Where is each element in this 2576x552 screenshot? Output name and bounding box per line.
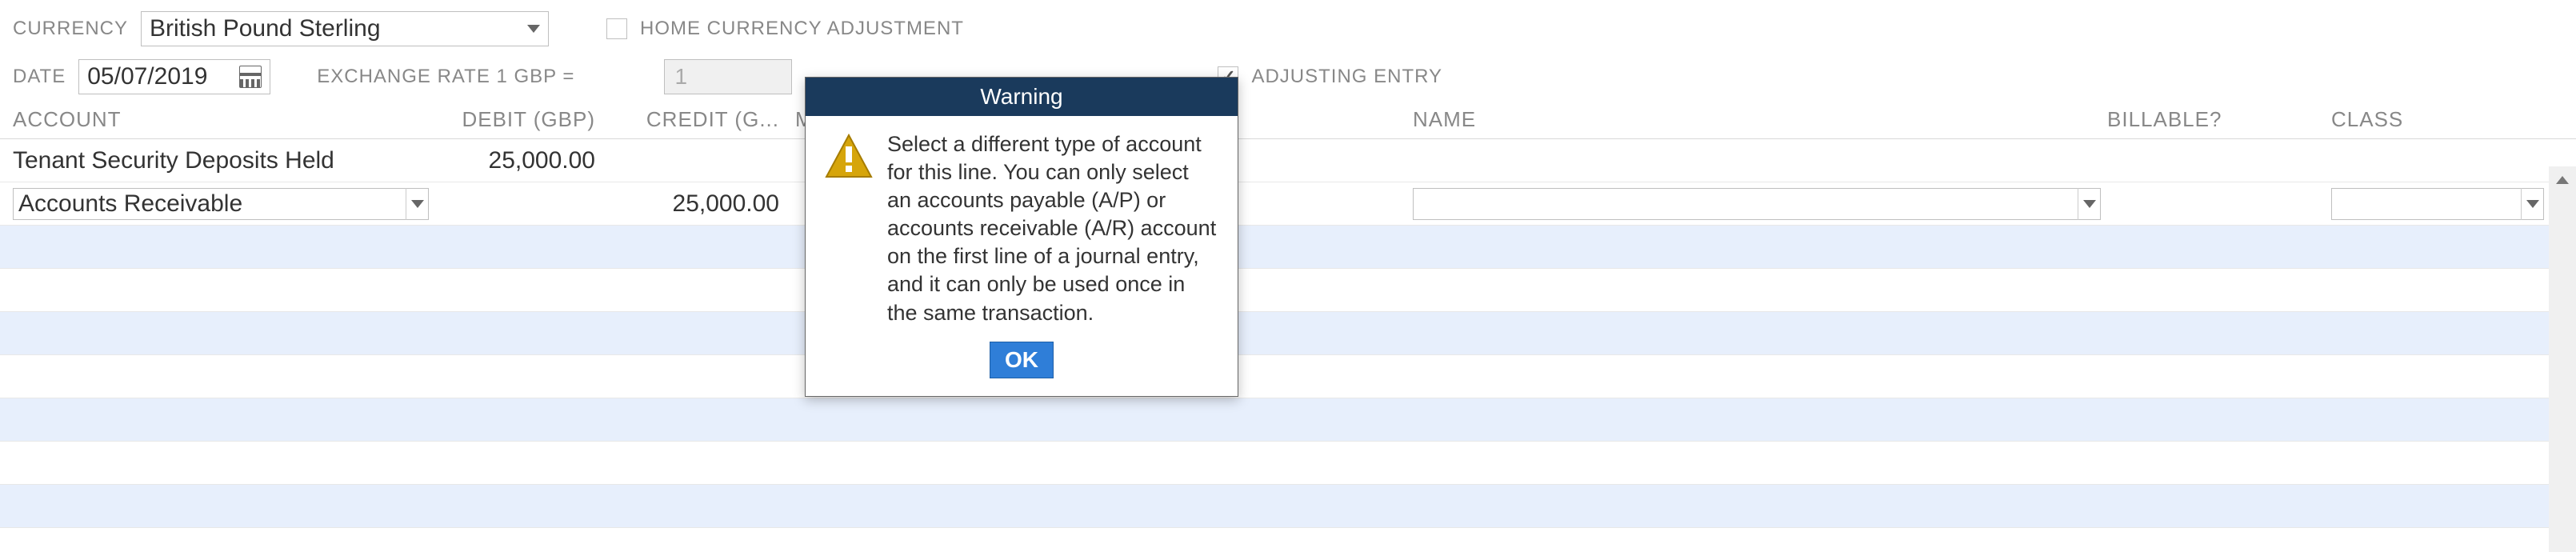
class-cell[interactable] <box>2331 188 2576 220</box>
dialog-title: Warning <box>806 78 1238 116</box>
date-input[interactable]: 05/07/2019 <box>78 59 270 94</box>
col-credit: CREDIT (G... <box>611 107 795 132</box>
chevron-down-icon <box>411 200 424 208</box>
table-row[interactable]: Accounts Receivable 25,000.00 <box>0 182 2576 226</box>
chevron-down-icon <box>2083 200 2096 208</box>
home-currency-checkbox[interactable] <box>606 18 627 39</box>
col-name: NAME <box>1413 107 2107 132</box>
chevron-down-icon <box>2526 200 2539 208</box>
currency-dropdown[interactable]: British Pound Sterling <box>141 11 549 46</box>
currency-label: CURRENCY <box>13 18 128 40</box>
exchange-rate-value: 1 <box>674 64 687 90</box>
dialog-message: Select a different type of account for t… <box>887 130 1218 327</box>
account-cell[interactable]: Accounts Receivable <box>13 188 443 220</box>
table-row[interactable] <box>0 269 2576 312</box>
name-cell[interactable] <box>1413 188 2107 220</box>
account-value: Accounts Receivable <box>18 190 242 218</box>
home-currency-label: HOME CURRENCY ADJUSTMENT <box>640 18 964 40</box>
adjusting-entry-label: ADJUSTING ENTRY <box>1251 66 1442 88</box>
table-row[interactable] <box>0 485 2576 528</box>
date-value: 05/07/2019 <box>87 63 207 90</box>
class-dropdown[interactable] <box>2331 188 2544 220</box>
scroll-up-button[interactable] <box>2549 166 2576 194</box>
col-billable: BILLABLE? <box>2107 107 2331 132</box>
col-debit: DEBIT (GBP) <box>443 107 611 132</box>
calendar-icon[interactable] <box>239 66 262 88</box>
table-header: ACCOUNT DEBIT (GBP) CREDIT (G... ME NAME… <box>0 101 2576 139</box>
chevron-up-icon <box>2556 176 2569 184</box>
col-class: CLASS <box>2331 107 2576 132</box>
table-row[interactable] <box>0 355 2576 398</box>
currency-value: British Pound Sterling <box>150 15 381 42</box>
exchange-rate-label: EXCHANGE RATE 1 GBP = <box>317 66 574 88</box>
table-row[interactable] <box>0 312 2576 355</box>
account-cell[interactable]: Tenant Security Deposits Held <box>13 147 443 174</box>
account-dropdown[interactable]: Accounts Receivable <box>13 188 429 220</box>
table-row[interactable]: Tenant Security Deposits Held 25,000.00 <box>0 139 2576 182</box>
col-account: ACCOUNT <box>13 107 443 132</box>
warning-icon <box>825 134 873 178</box>
ok-button[interactable]: OK <box>990 342 1054 378</box>
date-label: DATE <box>13 66 66 88</box>
warning-dialog: Warning Select a different type of accou… <box>805 77 1238 397</box>
credit-cell[interactable]: 25,000.00 <box>611 190 795 218</box>
name-dropdown[interactable] <box>1413 188 2101 220</box>
table-row[interactable] <box>0 398 2576 442</box>
debit-cell[interactable]: 25,000.00 <box>443 147 611 174</box>
table-row[interactable] <box>0 226 2576 269</box>
vertical-scrollbar[interactable] <box>2549 166 2576 552</box>
exchange-rate-input: 1 <box>664 59 792 94</box>
chevron-down-icon <box>527 25 540 33</box>
table-row[interactable] <box>0 442 2576 485</box>
